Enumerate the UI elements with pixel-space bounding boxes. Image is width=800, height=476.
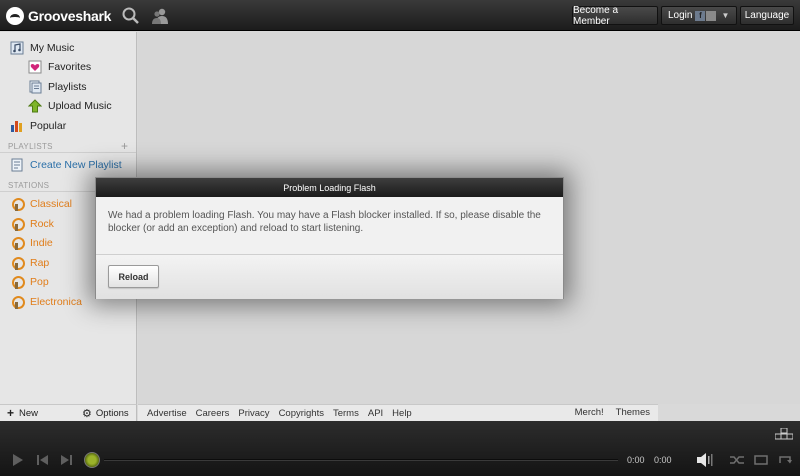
station-label: Electronica xyxy=(30,296,82,308)
progress-track[interactable] xyxy=(104,459,618,461)
logo[interactable]: Grooveshark xyxy=(6,6,111,26)
station-rock[interactable]: Rock xyxy=(10,215,54,233)
sidebar-footer: + New ⚙ Options xyxy=(0,404,137,421)
player-bar xyxy=(0,421,800,476)
dialog-message: We had a problem loading Flash. You may … xyxy=(108,210,541,234)
station-indie[interactable]: Indie xyxy=(10,234,53,252)
search-icon[interactable] xyxy=(122,7,140,25)
radio-tower-icon xyxy=(10,217,25,231)
new-playlist-icon xyxy=(11,158,23,172)
options-button[interactable]: Options xyxy=(96,408,129,419)
sidebar-item-label: Popular xyxy=(30,120,67,132)
themes-link[interactable]: Themes xyxy=(616,407,650,418)
next-icon[interactable] xyxy=(61,455,72,465)
become-member-button[interactable]: Become a Member xyxy=(572,5,658,27)
previous-icon[interactable] xyxy=(37,455,48,465)
footer-link-advertise[interactable]: Advertise xyxy=(147,408,187,419)
sidebar-item-playlists[interactable]: Playlists xyxy=(28,78,87,96)
profile-square-icon xyxy=(706,10,717,21)
station-label: Pop xyxy=(30,276,49,288)
gear-icon[interactable]: ⚙ xyxy=(82,407,92,420)
new-button[interactable]: New xyxy=(19,408,38,419)
sidebar-item-label: Playlists xyxy=(48,81,87,93)
music-note-icon xyxy=(10,41,24,55)
sidebar-item-popular[interactable]: Popular xyxy=(10,117,66,135)
footer-link-careers[interactable]: Careers xyxy=(196,408,230,419)
sidebar-item-label: My Music xyxy=(30,42,75,54)
sidebar-item-upload-music[interactable]: Upload Music xyxy=(28,97,112,115)
flash-error-dialog: Problem Loading Flash We had a problem l… xyxy=(95,177,564,299)
heart-icon xyxy=(28,60,42,74)
sidebar-item-favorites[interactable]: Favorites xyxy=(28,58,91,76)
station-rap[interactable]: Rap xyxy=(10,254,49,272)
login-label: Login xyxy=(668,10,693,21)
language-button[interactable]: Language xyxy=(740,6,794,25)
station-label: Classical xyxy=(30,198,73,210)
sidebar-item-label: Upload Music xyxy=(48,100,112,112)
station-label: Rock xyxy=(30,218,54,230)
plus-icon[interactable]: + xyxy=(7,406,14,420)
radio-tower-icon xyxy=(10,295,25,309)
facebook-icon: f xyxy=(695,10,706,21)
radio-tower-icon xyxy=(10,236,25,250)
footer-link-terms[interactable]: Terms xyxy=(333,408,359,419)
footer-link-help[interactable]: Help xyxy=(392,408,412,419)
login-button[interactable]: Login f ▼ xyxy=(661,6,737,25)
merch-link[interactable]: Merch! xyxy=(575,407,604,418)
radio-tower-icon xyxy=(10,275,25,289)
upload-arrow-icon xyxy=(28,99,42,113)
divider xyxy=(0,152,136,153)
repeat-icon[interactable] xyxy=(778,455,792,465)
playlist-icon xyxy=(29,80,42,94)
station-pop[interactable]: Pop xyxy=(10,273,49,291)
stations-heading: STATIONS xyxy=(8,181,50,190)
add-playlist-plus-icon[interactable]: + xyxy=(121,139,128,153)
station-label: Indie xyxy=(30,237,53,249)
duration-time: 0:00 xyxy=(654,455,672,465)
station-label: Rap xyxy=(30,257,50,269)
shuffle-icon[interactable] xyxy=(730,455,744,465)
people-icon[interactable] xyxy=(151,7,169,25)
dialog-title: Problem Loading Flash xyxy=(96,178,563,197)
reload-button[interactable]: Reload xyxy=(108,265,159,288)
sidebar-item-label: Favorites xyxy=(48,61,92,73)
elapsed-time: 0:00 xyxy=(627,455,645,465)
sidebar-item-my-music[interactable]: My Music xyxy=(10,39,74,57)
grooveshark-logo-icon xyxy=(6,7,24,25)
dialog-footer: Reload xyxy=(96,255,563,299)
sidebar-item-label: Create New Playlist xyxy=(30,159,122,171)
radio-tower-icon xyxy=(10,256,25,270)
footer-link-api[interactable]: API xyxy=(368,408,383,419)
crossfade-icon[interactable] xyxy=(754,455,768,465)
create-new-playlist-link[interactable]: Create New Playlist xyxy=(10,156,122,174)
station-classical[interactable]: Classical xyxy=(10,195,72,213)
volume-icon[interactable] xyxy=(697,453,713,467)
progress-scrubber[interactable] xyxy=(84,452,100,468)
play-icon[interactable] xyxy=(12,454,24,466)
station-electronica[interactable]: Electronica xyxy=(10,293,82,311)
bar-chart-icon xyxy=(11,121,22,132)
playlists-heading: PLAYLISTS xyxy=(8,142,53,151)
footer-link-privacy[interactable]: Privacy xyxy=(238,408,269,419)
queue-toggle-icon[interactable] xyxy=(775,428,793,440)
radio-tower-icon xyxy=(10,197,25,211)
chevron-down-icon: ▼ xyxy=(721,11,730,20)
footer-links: Advertise Careers Privacy Copyrights Ter… xyxy=(138,404,658,421)
logo-text: Grooveshark xyxy=(28,8,112,24)
top-bar: Grooveshark Become a Member Login f ▼ La… xyxy=(0,0,800,31)
footer-link-copyrights[interactable]: Copyrights xyxy=(279,408,324,419)
